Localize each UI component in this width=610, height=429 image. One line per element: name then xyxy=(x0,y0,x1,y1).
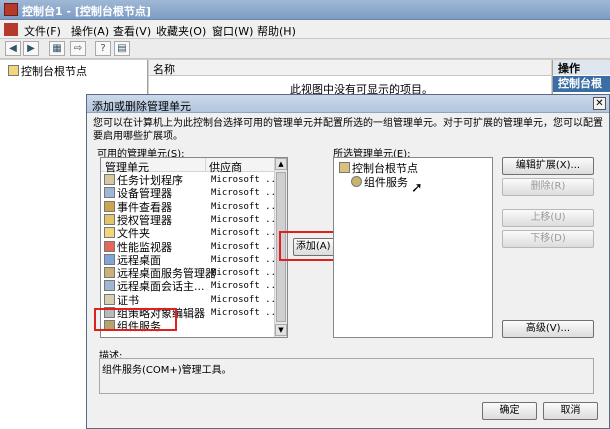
mmc-app-icon xyxy=(4,3,18,16)
snapin-name: 设备管理器 xyxy=(117,187,172,201)
menu-file[interactable]: 文件(F) xyxy=(24,23,61,39)
mouse-cursor-icon: ➚ xyxy=(411,180,423,196)
snapin-icon xyxy=(104,240,115,252)
dialog-title: 添加或删除管理单元 xyxy=(92,100,191,113)
snapin-icon xyxy=(104,280,115,292)
col-vendor-header[interactable]: 供应商 xyxy=(209,159,242,175)
menu-window[interactable]: 窗口(W) xyxy=(212,23,253,39)
available-snapin-row[interactable]: 远程桌面 Microsoft ... xyxy=(104,253,281,267)
available-snapin-row[interactable]: 事件查看器 Microsoft ... xyxy=(104,200,281,214)
available-snapin-row[interactable]: 远程桌面会话主... Microsoft ... xyxy=(104,280,281,294)
folder-icon xyxy=(339,162,350,173)
results-header: 名称 xyxy=(149,60,551,76)
forward-arrow-icon[interactable]: ▶ xyxy=(23,41,39,56)
available-snapin-row[interactable]: 文件夹 Microsoft ... xyxy=(104,227,281,241)
available-snapin-row[interactable]: 设备管理器 Microsoft ... xyxy=(104,187,281,201)
selected-snapins-list[interactable]: 控制台根节点 组件服务 ➚ xyxy=(333,157,493,338)
edit-extensions-button[interactable]: 编辑扩展(X)... xyxy=(502,157,594,175)
snapin-name: 任务计划程序 xyxy=(117,174,183,187)
tree-root-label: 控制台根节点 xyxy=(21,65,87,78)
toolbar: ◀ ▶ ▦ ⇨ ? ▤ xyxy=(0,39,610,59)
cancel-button[interactable]: 取消 xyxy=(543,402,598,420)
menu-help[interactable]: 帮助(H) xyxy=(257,23,296,39)
available-snapin-row[interactable]: 性能监视器 Microsoft ... xyxy=(104,240,281,254)
snapin-vendor: Microsoft ... xyxy=(211,268,282,279)
export-list-icon[interactable]: ⇨ xyxy=(70,41,86,56)
snapin-vendor: Microsoft ... xyxy=(211,281,282,292)
menu-view[interactable]: 查看(V) xyxy=(113,23,151,39)
snapin-vendor: Microsoft ... xyxy=(211,175,282,185)
snapin-icon xyxy=(104,267,115,279)
available-snapin-row[interactable]: 任务计划程序 Microsoft ... xyxy=(104,174,281,187)
snapin-vendor: Microsoft ... xyxy=(211,254,282,265)
window-title: 控制台1 - [控制台根节点] xyxy=(22,5,151,18)
scroll-down-icon[interactable]: ▼ xyxy=(275,324,287,336)
help-icon[interactable]: ? xyxy=(95,41,111,56)
component-services-icon xyxy=(351,176,362,187)
snapin-vendor: Microsoft ... xyxy=(211,228,282,239)
col-name-header[interactable]: 名称 xyxy=(153,61,175,77)
selected-child-label: 组件服务 xyxy=(364,176,408,189)
window-titlebar: 控制台1 - [控制台根节点] xyxy=(0,0,610,20)
description-text: 组件服务(COM+)管理工具。 xyxy=(102,365,232,376)
description-box: 组件服务(COM+)管理工具。 xyxy=(99,358,594,394)
back-arrow-icon[interactable]: ◀ xyxy=(5,41,21,56)
snapin-name: 证书 xyxy=(117,293,139,307)
dialog-intro-text: 您可以在计算机上为此控制台选择可用的管理单元并配置所选的一组管理单元。对于可扩展… xyxy=(93,118,603,142)
snapin-vendor: Microsoft ... xyxy=(211,241,282,252)
snapin-icon xyxy=(104,227,115,239)
snapin-icon xyxy=(104,187,115,199)
available-snapin-row[interactable]: 授权管理器 Microsoft ... xyxy=(104,213,281,227)
snapin-vendor: Microsoft ... xyxy=(211,214,282,225)
console-tree-icon[interactable]: ▦ xyxy=(49,41,65,56)
menu-bar: 文件(F) 操作(A) 查看(V) 收藏夹(O) 窗口(W) 帮助(H) xyxy=(0,20,610,39)
snapin-vendor: Microsoft ... xyxy=(211,201,282,212)
snapin-vendor: Microsoft ... xyxy=(211,308,282,318)
snapin-icon xyxy=(104,213,115,225)
snapin-vendor: Microsoft ... xyxy=(211,294,282,305)
snapin-icon xyxy=(104,174,115,185)
snapin-name: 远程桌面服务管理器 xyxy=(117,267,216,281)
menu-app-icon xyxy=(4,23,18,36)
advanced-button[interactable]: 高级(V)... xyxy=(502,320,594,338)
available-snapin-row[interactable]: 证书 Microsoft ... xyxy=(104,293,281,307)
folder-icon xyxy=(8,65,19,76)
available-list-header: 管理单元 供应商 xyxy=(101,158,287,175)
ok-button[interactable]: 确定 xyxy=(482,402,537,420)
scroll-up-icon[interactable]: ▲ xyxy=(275,158,287,170)
highlight-component-services xyxy=(94,308,177,331)
available-snapin-row[interactable]: 远程桌面服务管理器 Microsoft ... xyxy=(104,267,281,281)
snapin-name: 远程桌面会话主... xyxy=(117,280,205,294)
close-icon[interactable]: ✕ xyxy=(593,97,606,110)
dialog-titlebar: 添加或删除管理单元 ✕ xyxy=(87,95,609,113)
move-down-button[interactable]: 下移(D) xyxy=(502,230,594,248)
snapin-icon xyxy=(104,253,115,265)
tree-root-item[interactable]: 控制台根节点 xyxy=(8,63,87,79)
col-snapin-header[interactable]: 管理单元 xyxy=(105,159,149,175)
snapin-name: 文件夹 xyxy=(117,227,150,241)
actions-header: 操作 xyxy=(553,60,610,75)
snapin-name: 性能监视器 xyxy=(117,240,172,254)
snapin-icon xyxy=(104,293,115,305)
remove-button[interactable]: 删除(R) xyxy=(502,178,594,196)
move-up-button[interactable]: 上移(U) xyxy=(502,209,594,227)
snapin-icon xyxy=(104,200,115,212)
menu-favorites[interactable]: 收藏夹(O) xyxy=(156,23,206,39)
selected-child-item[interactable]: 组件服务 xyxy=(351,174,408,190)
snapin-name: 远程桌面 xyxy=(117,253,161,267)
add-remove-snapin-dialog: 添加或删除管理单元 ✕ 您可以在计算机上为此控制台选择可用的管理单元并配置所选的… xyxy=(86,94,610,429)
snapin-name: 授权管理器 xyxy=(117,213,172,227)
actions-root-item[interactable]: 控制台根节点 xyxy=(553,76,610,106)
snapin-name: 事件查看器 xyxy=(117,200,172,214)
properties-icon[interactable]: ▤ xyxy=(114,41,130,56)
menu-action[interactable]: 操作(A) xyxy=(71,23,109,39)
snapin-vendor: Microsoft ... xyxy=(211,188,282,199)
